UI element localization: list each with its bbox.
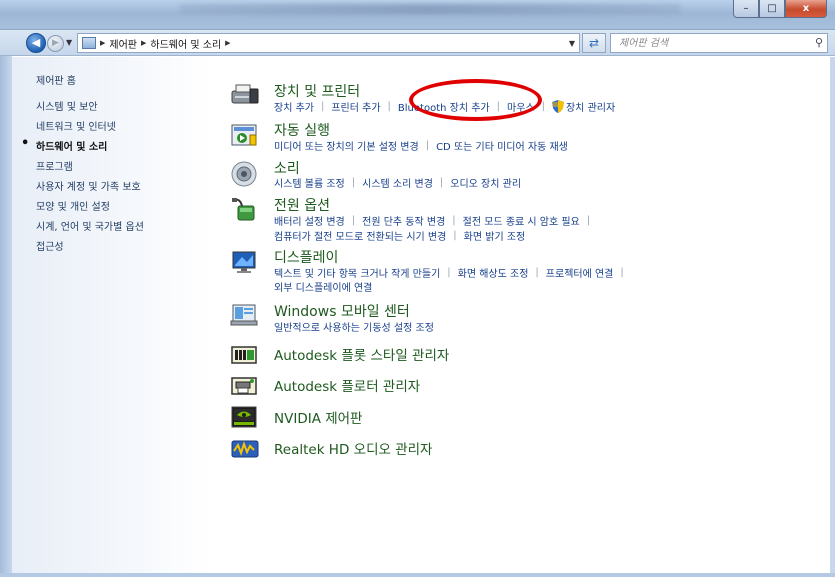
link-separator: | [425,140,430,151]
change-battery-settings-link[interactable]: 배터리 설정 변경 [274,213,345,228]
devices-printers-icon[interactable] [230,81,260,109]
link-separator: | [320,101,325,112]
change-sleep-time-link[interactable]: 컴퓨터가 절전 모드로 전환되는 시기 변경 [274,228,446,243]
mobility-center-links: 일반적으로 사용하는 기동성 설정 조정 [274,319,434,334]
link-separator: | [351,215,356,226]
sound-links: 시스템 볼륨 조정 | 시스템 소리 변경 | 오디오 장치 관리 [274,175,521,190]
forward-button[interactable]: ▶ [47,35,64,52]
change-power-button-link[interactable]: 전원 단추 동작 변경 [362,213,445,228]
left-nav-list: 시스템 및 보안 네트워크 및 인터넷 하드웨어 및 소리 프로그램 사용자 계… [21,98,144,258]
link-separator: | [387,101,391,112]
left-nav-item-hardware-sound: 하드웨어 및 소리 [21,136,144,158]
power-options-links-row2: 컴퓨터가 절전 모드로 전환되는 시기 변경 | 화면 밝기 조정 [274,228,525,243]
add-device-link[interactable]: 장치 추가 [274,99,314,114]
control-panel-icon [82,37,96,49]
play-cd-automatically-link[interactable]: CD 또는 기타 미디어 자동 재생 [436,138,568,153]
speaker-icon[interactable] [230,160,260,188]
devices-printers-title[interactable]: 장치 및 프린터 [274,81,360,101]
left-nav-item-programs[interactable]: 프로그램 [36,158,144,178]
link-separator: | [535,267,539,278]
breadcrumb-hardware-sound[interactable]: 하드웨어 및 소리 [150,36,221,51]
realtek-audio-icon[interactable] [230,435,260,463]
display-title[interactable]: 디스플레이 [274,247,338,267]
connect-to-projector-link[interactable]: 프로젝터에 연결 [546,265,614,280]
realtek-audio-manager-title[interactable]: Realtek HD 오디오 관리자 [274,438,432,458]
left-nav-item-network-internet[interactable]: 네트워크 및 인터넷 [36,118,144,138]
recent-pages-dropdown-icon[interactable]: ▼ [66,38,72,47]
change-default-media-settings-link[interactable]: 미디어 또는 장치의 기본 설정 변경 [274,138,419,153]
autoplay-title[interactable]: 자동 실행 [274,120,330,140]
adjust-system-volume-link[interactable]: 시스템 볼륨 조정 [274,175,345,190]
refresh-button[interactable]: ⇄ [582,33,606,53]
display-links-row1: 텍스트 및 기타 항목 크거나 작게 만들기 | 화면 해상도 조정 | 프로젝… [274,265,631,280]
link-separator: | [452,215,456,226]
require-password-on-wake-link[interactable]: 절전 모드 종료 시 암호 필요 [463,213,580,228]
link-separator: | [586,215,591,226]
left-nav-pane: 제어판 홈 시스템 및 보안 네트워크 및 인터넷 하드웨어 및 소리 프로그램… [12,57,212,573]
change-system-sounds-link[interactable]: 시스템 소리 변경 [362,175,433,190]
close-button[interactable]: x [785,0,827,18]
left-nav-item-ease-of-access[interactable]: 접근성 [36,238,144,258]
power-options-links-row1: 배터리 설정 변경 | 전원 단추 동작 변경 | 절전 모드 종료 시 암호 … [274,213,597,228]
adjust-mobility-settings-link[interactable]: 일반적으로 사용하는 기동성 설정 조정 [274,319,434,334]
link-separator: | [620,267,624,278]
link-separator: | [447,267,451,278]
connect-external-display-link[interactable]: 외부 디스플레이에 연결 [274,279,372,294]
left-nav-item-clock-language-region[interactable]: 시계, 언어 및 국가별 옵션 [36,218,144,238]
window-titlebar[interactable]: – □ x [0,0,835,30]
main-content: 장치 및 프린터 장치 추가 | 프린터 추가 | Bluetooth 장치 추… [215,57,830,573]
left-nav-item-user-accounts[interactable]: 사용자 계정 및 가족 보호 [36,178,144,198]
autoplay-links: 미디어 또는 장치의 기본 설정 변경 | CD 또는 기타 미디어 자동 재생 [274,138,568,153]
back-button[interactable]: ◀ [26,33,46,53]
left-nav-item-appearance[interactable]: 모양 및 개인 설정 [36,198,144,218]
link-separator: | [541,101,545,112]
mobility-center-icon[interactable] [230,302,260,330]
chevron-right-icon[interactable]: ▶ [225,39,230,47]
search-input[interactable] [611,34,801,52]
plotter-manager-icon[interactable] [230,372,260,400]
mobility-center-title[interactable]: Windows 모바일 센터 [274,301,410,321]
chevron-right-icon[interactable]: ▶ [141,39,146,47]
uac-shield-icon [551,100,564,113]
link-separator: | [453,230,457,241]
link-separator: | [439,177,444,188]
search-icon[interactable]: ⚲ [815,36,823,49]
link-separator: | [351,177,356,188]
adjust-screen-brightness-link[interactable]: 화면 밝기 조정 [464,228,526,243]
make-text-larger-link[interactable]: 텍스트 및 기타 항목 크거나 작게 만들기 [274,265,440,280]
nvidia-control-panel-title[interactable]: NVIDIA 제어판 [274,407,362,427]
address-dropdown-icon[interactable]: ▼ [569,39,575,48]
nvidia-icon[interactable] [230,403,260,431]
autoplay-icon[interactable] [230,122,260,150]
power-options-title[interactable]: 전원 옵션 [274,195,330,215]
window-border-right [830,57,835,577]
autodesk-plotter-manager-title[interactable]: Autodesk 플로터 관리자 [274,375,420,395]
left-nav-item-system-security[interactable]: 시스템 및 보안 [36,98,144,118]
search-box[interactable]: ⚲ [610,33,828,53]
control-panel-home-link[interactable]: 제어판 홈 [36,72,76,87]
add-printer-link[interactable]: 프린터 추가 [331,99,380,114]
breadcrumb-control-panel[interactable]: 제어판 [109,36,137,51]
window-border-left [0,30,12,577]
navigation-bar: ◀ ▶ ▼ ▶ 제어판 ▶ 하드웨어 및 소리 ▶ ▼ ⇄ ⚲ [0,30,835,56]
adjust-screen-resolution-link[interactable]: 화면 해상도 조정 [458,265,529,280]
highlight-ellipse [409,79,542,121]
plot-style-manager-icon[interactable] [230,341,260,369]
window-controls: – □ x [733,0,827,18]
autodesk-plot-style-manager-title[interactable]: Autodesk 플롯 스타일 관리자 [274,344,449,364]
display-links-row2: 외부 디스플레이에 연결 [274,279,372,294]
window-border-bottom [0,573,835,577]
display-icon[interactable] [230,249,260,277]
minimize-button[interactable]: – [733,0,759,18]
chevron-right-icon[interactable]: ▶ [100,39,105,47]
address-bar[interactable]: ▶ 제어판 ▶ 하드웨어 및 소리 ▶ ▼ [77,33,580,53]
maximize-button[interactable]: □ [759,0,785,18]
power-options-icon[interactable] [230,196,260,224]
device-manager-link[interactable]: 장치 관리자 [566,99,615,114]
manage-audio-devices-link[interactable]: 오디오 장치 관리 [450,175,521,190]
